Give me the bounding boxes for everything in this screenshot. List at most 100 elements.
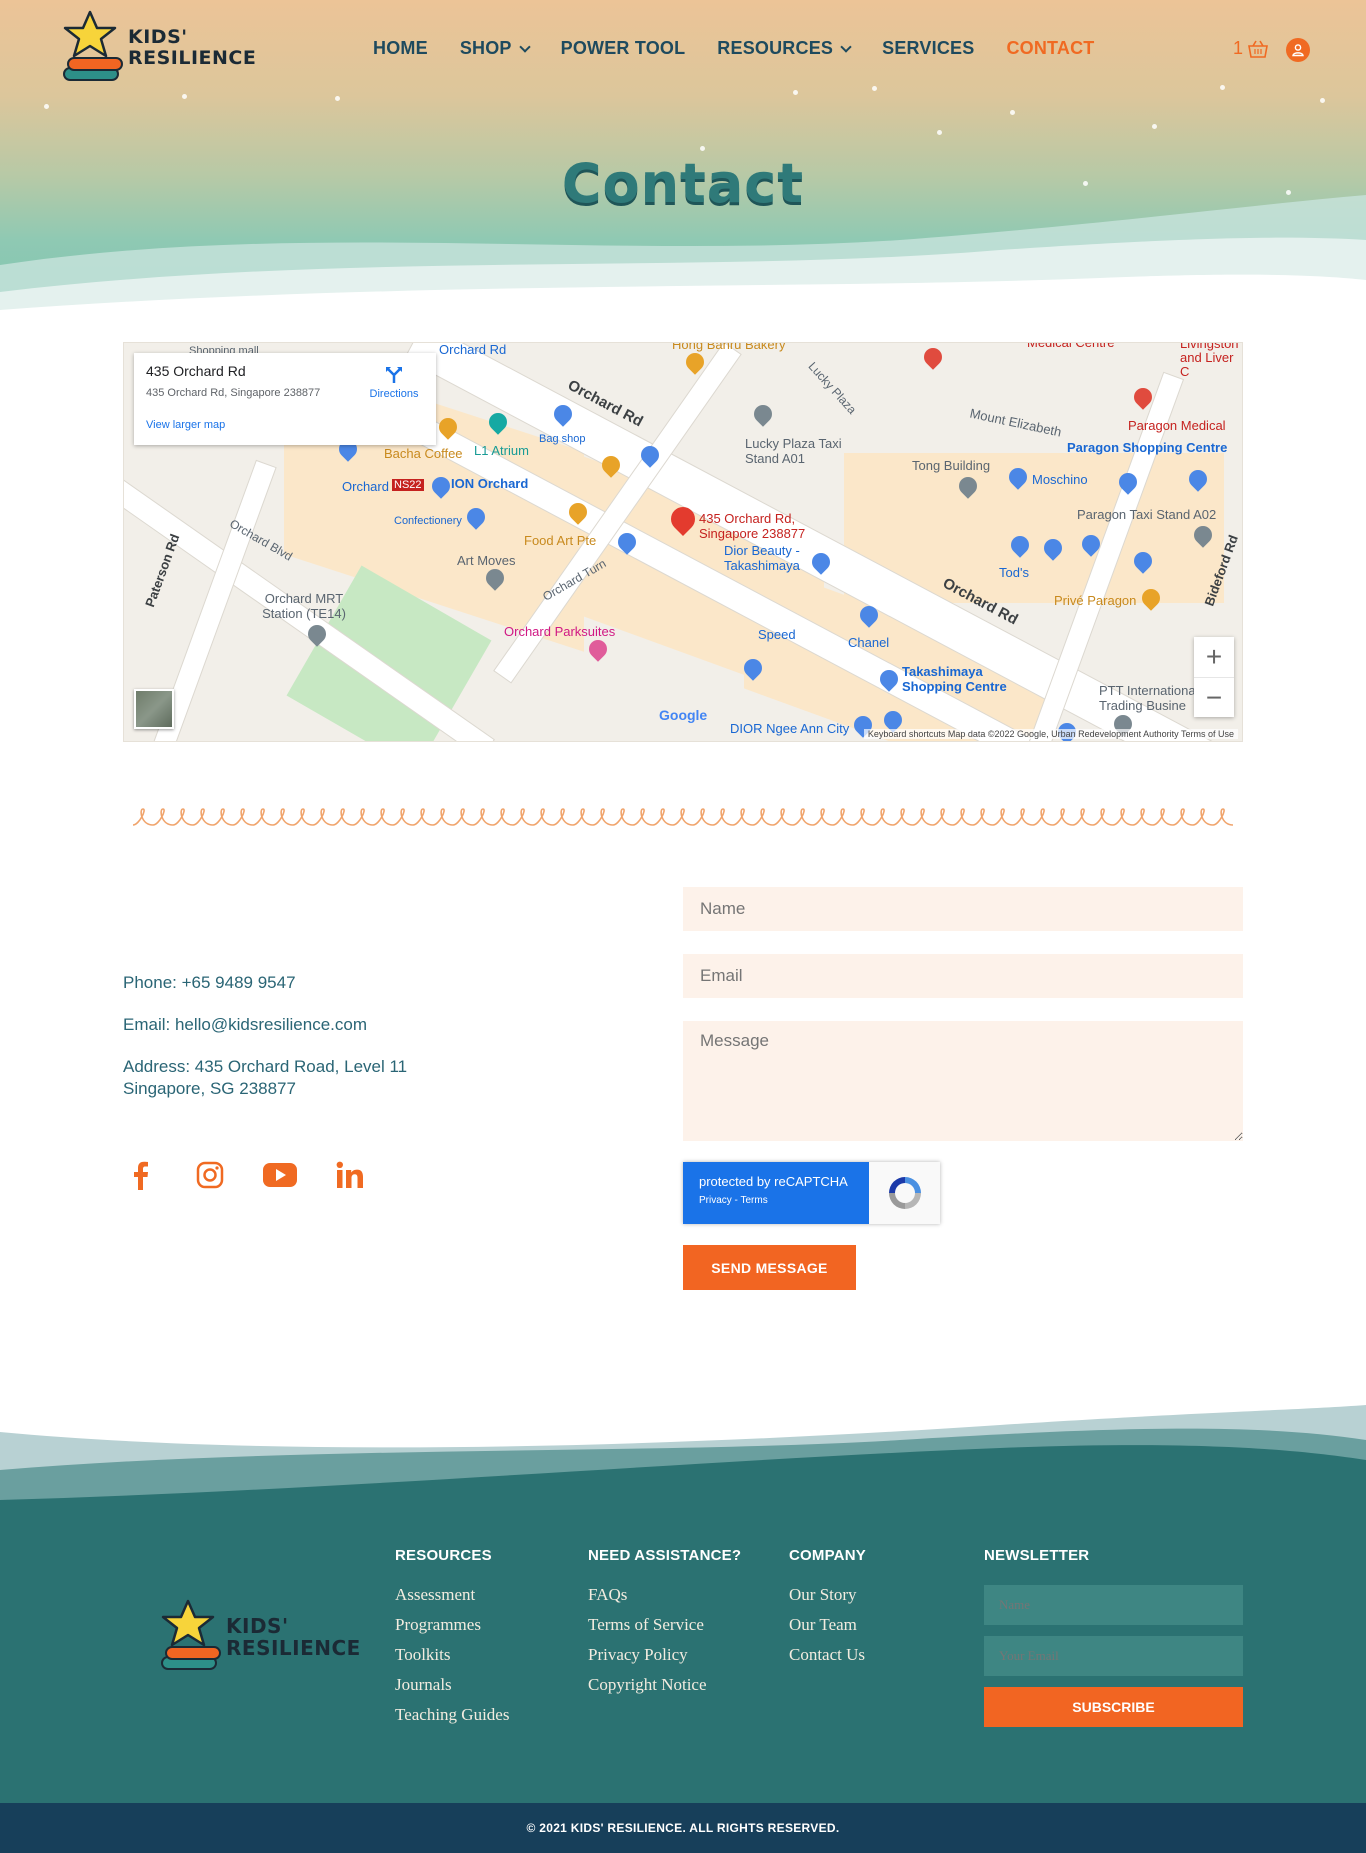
footer-link-copyright[interactable]: Copyright Notice: [588, 1674, 741, 1695]
map-label: Orchard Parksuites: [504, 624, 616, 639]
map-zoom-control: + −: [1194, 637, 1234, 717]
message-field[interactable]: [683, 1021, 1243, 1141]
footer-link-teaching-guides[interactable]: Teaching Guides: [395, 1704, 509, 1725]
recaptcha-icon: [869, 1162, 940, 1224]
map-label: Bacha Coffee: [384, 446, 463, 461]
map-label: Orchard: [342, 479, 389, 494]
contact-details: Phone: +65 9489 9547 Email: hello@kidsre…: [123, 972, 407, 1120]
map-label: Takashimaya Shopping Centre: [902, 664, 1007, 694]
basket-icon: [1248, 40, 1268, 58]
view-larger-map-link[interactable]: View larger map: [146, 419, 225, 431]
map-label: Chanel: [848, 635, 890, 650]
copyright-bar: © 2021 KIDS' RESILIENCE. ALL RIGHTS RESE…: [0, 1803, 1366, 1853]
recaptcha-text: protected by reCAPTCHA: [699, 1174, 848, 1189]
map-label: 435 Orchard Rd, Singapore 238877: [699, 511, 806, 541]
footer-link-terms[interactable]: Terms of Service: [588, 1614, 741, 1635]
name-field[interactable]: [683, 887, 1243, 931]
zoom-out-button[interactable]: −: [1194, 677, 1234, 717]
footer-link-privacy[interactable]: Privacy Policy: [588, 1644, 741, 1665]
footer-link-journals[interactable]: Journals: [395, 1674, 509, 1695]
map-label: Bag shop: [539, 433, 586, 445]
footer-link-faqs[interactable]: FAQs: [588, 1584, 741, 1605]
footer-link-programmes[interactable]: Programmes: [395, 1614, 509, 1635]
newsletter-email-input[interactable]: [984, 1636, 1243, 1676]
map-label: Orchard Rd: [439, 342, 507, 357]
logo-wordmark: KIDS' RESILIENCE: [226, 1614, 361, 1660]
footer-logo[interactable]: KIDS' RESILIENCE: [158, 1597, 361, 1677]
subscribe-button[interactable]: SUBSCRIBE: [984, 1687, 1243, 1727]
site-logo[interactable]: KIDS' RESILIENCE: [60, 8, 256, 88]
map-label: Privé Paragon: [1054, 593, 1137, 608]
footer-wave: [0, 1405, 1366, 1510]
nav-services[interactable]: SERVICES: [882, 38, 974, 59]
newsletter-name-input[interactable]: [984, 1585, 1243, 1625]
map-label: DIOR Ngee Ann City: [730, 721, 850, 736]
map-label: Moschino: [1032, 472, 1088, 487]
map-label: Orchard MRT Station (TE14): [262, 591, 346, 621]
page-title: Contact: [561, 152, 805, 215]
main-nav: HOME SHOP POWER TOOL RESOURCES SERVICES …: [373, 38, 1127, 59]
instagram-icon[interactable]: [193, 1158, 227, 1192]
directions-button[interactable]: Directions: [362, 365, 426, 400]
nav-contact[interactable]: CONTACT: [1006, 38, 1094, 59]
map-label: Paragon Taxi Stand A02: [1077, 507, 1217, 522]
contact-email: Email: hello@kidsresilience.com: [123, 1015, 368, 1034]
map-label: Food Art Pte: [524, 533, 597, 548]
user-icon: [1292, 44, 1304, 57]
star-books-icon: [60, 8, 124, 88]
map-label: Lucky Plaza Taxi Stand A01: [745, 436, 842, 466]
user-account-button[interactable]: [1286, 38, 1310, 62]
cart-button[interactable]: 1: [1233, 38, 1269, 59]
directions-icon: [386, 367, 402, 383]
nav-home[interactable]: HOME: [373, 38, 428, 59]
satellite-toggle[interactable]: [134, 689, 174, 729]
send-message-button[interactable]: SEND MESSAGE: [683, 1245, 856, 1290]
footer-link-assessment[interactable]: Assessment: [395, 1584, 509, 1605]
map-info-card: 435 Orchard Rd 435 Orchard Rd, Singapore…: [134, 353, 436, 445]
map-label: Paterson Rd: [142, 531, 183, 610]
footer-company: COMPANY Our Story Our Team Contact Us: [789, 1547, 866, 1674]
footer-link-toolkits[interactable]: Toolkits: [395, 1644, 509, 1665]
nav-power-tool[interactable]: POWER TOOL: [561, 38, 686, 59]
map-label: Hong Bahru Bakery: [672, 342, 786, 352]
google-map[interactable]: Shopping mall Orchard Rd Hong Bahru Bake…: [123, 342, 1243, 742]
facebook-icon[interactable]: [123, 1158, 157, 1192]
map-attribution[interactable]: Keyboard shortcuts Map data ©2022 Google…: [863, 729, 1238, 739]
zoom-in-button[interactable]: +: [1194, 637, 1234, 677]
footer-link-our-story[interactable]: Our Story: [789, 1584, 866, 1605]
map-label: Medical Centre: [1027, 342, 1115, 350]
map-label: NS22: [392, 479, 424, 491]
logo-wordmark: KIDS' RESILIENCE: [128, 26, 257, 69]
linkedin-icon[interactable]: [333, 1158, 367, 1192]
email-field[interactable]: [683, 954, 1243, 998]
footer-heading: NEED ASSISTANCE?: [588, 1547, 742, 1564]
squiggle-divider: [133, 808, 1233, 826]
nav-shop[interactable]: SHOP: [460, 38, 531, 59]
chevron-down-icon: [840, 40, 852, 53]
copyright-text: © 2021 KIDS' RESILIENCE. ALL RIGHTS RESE…: [526, 1821, 840, 1835]
youtube-icon[interactable]: [263, 1158, 297, 1192]
footer-newsletter: NEWSLETTER: [984, 1547, 1089, 1584]
map-label: Tod's: [999, 565, 1029, 580]
contact-phone: Phone: +65 9489 9547: [123, 973, 296, 992]
map-label: Paragon Medical: [1128, 418, 1226, 433]
map-place-title: 435 Orchard Rd: [146, 363, 246, 379]
map-label: Tong Building: [912, 458, 991, 473]
contact-address: Address: 435 Orchard Road, Level 11 Singa…: [123, 1057, 408, 1098]
map-label: Lucky Plaza: [805, 359, 860, 417]
footer-link-our-team[interactable]: Our Team: [789, 1614, 866, 1635]
recaptcha-badge[interactable]: protected by reCAPTCHA Privacy - Terms: [683, 1162, 940, 1224]
map-label: Art Moves: [457, 553, 516, 568]
star-books-icon: [158, 1597, 222, 1677]
map-label: ION Orchard: [451, 476, 529, 491]
footer-assistance: NEED ASSISTANCE? FAQs Terms of Service P…: [588, 1547, 741, 1704]
map-label: Confectionery: [394, 515, 462, 527]
footer-heading: NEWSLETTER: [984, 1547, 1090, 1564]
footer-link-contact-us[interactable]: Contact Us: [789, 1644, 866, 1665]
map-place-address: 435 Orchard Rd, Singapore 238877: [146, 387, 321, 399]
footer-heading: COMPANY: [789, 1547, 866, 1564]
map-label: Mount Elizabeth: [968, 405, 1063, 440]
map-label: Livingston and Liver C: [1180, 342, 1239, 379]
nav-resources[interactable]: RESOURCES: [717, 38, 852, 59]
recaptcha-links[interactable]: Privacy - Terms: [699, 1195, 853, 1206]
